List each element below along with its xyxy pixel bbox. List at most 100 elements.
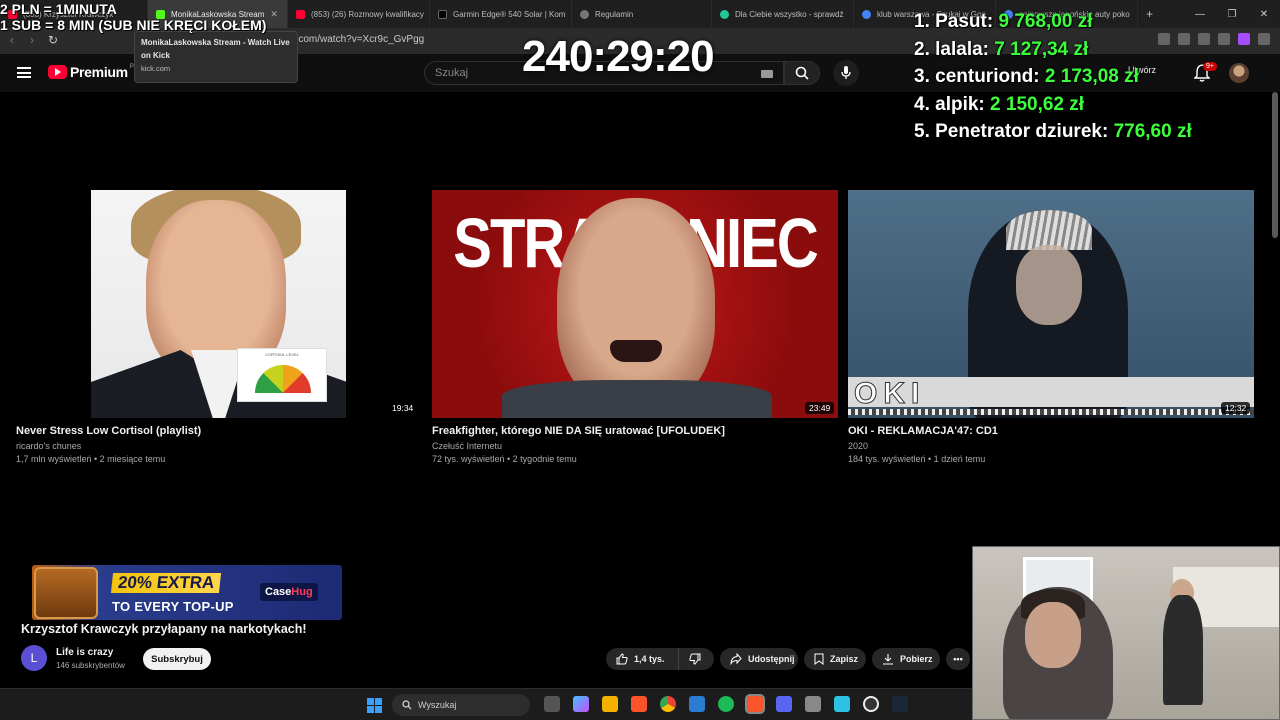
voice-search-button[interactable] bbox=[833, 60, 859, 86]
leaderboard-row: 1. Pasut: 9 768,00 zł bbox=[914, 8, 1192, 36]
more-actions-button[interactable]: ••• bbox=[946, 648, 970, 670]
obs-icon[interactable] bbox=[863, 696, 879, 712]
save-button[interactable]: Zapisz bbox=[804, 648, 866, 670]
microphone-icon bbox=[841, 66, 851, 79]
windows-taskbar: Wyszukaj bbox=[0, 688, 972, 720]
donor-name: 1. Pasut: bbox=[914, 11, 994, 32]
thumbs-down-icon bbox=[689, 653, 701, 665]
google-favicon-icon bbox=[862, 9, 871, 19]
hamburger-menu-icon[interactable] bbox=[17, 67, 31, 78]
logo-text: Premium bbox=[70, 64, 128, 80]
like-button[interactable]: 1,4 tys. bbox=[606, 648, 678, 670]
channel-name[interactable]: Life is crazy bbox=[56, 647, 113, 658]
reload-icon[interactable]: ↻ bbox=[48, 33, 58, 47]
tab-label: Regulamin bbox=[595, 9, 634, 19]
video-channel[interactable]: Czełuść Internetu bbox=[432, 441, 502, 451]
taskbar-search-input[interactable]: Wyszukaj bbox=[392, 694, 530, 716]
brave-browser-active-icon[interactable] bbox=[745, 694, 765, 714]
donation-amount: 7 127,34 zł bbox=[994, 38, 1089, 60]
dislike-button[interactable] bbox=[678, 648, 714, 670]
page-favicon-icon bbox=[580, 9, 589, 19]
video-thumbnail[interactable]: STRACONIEC bbox=[432, 190, 838, 418]
share-button[interactable]: Udostępnij bbox=[720, 648, 798, 670]
brave-browser-icon[interactable] bbox=[631, 696, 647, 712]
youtube-premium-logo[interactable]: Premium PL bbox=[48, 64, 137, 80]
more-icon: ••• bbox=[953, 654, 963, 664]
steam-icon[interactable] bbox=[892, 696, 908, 712]
leaderboard-row: 2. lalala: 7 127,34 zł bbox=[914, 36, 1192, 64]
tab-label: Dla Ciebie wszystko - sprawdź bbox=[735, 9, 844, 19]
leaderboard-row: 3. centuriond: 2 173,08 zł bbox=[914, 63, 1192, 91]
subscribe-button[interactable]: Subskrybuj bbox=[143, 648, 211, 670]
ad-banner[interactable]: 20% EXTRA TO EVERY TOP-UP CaseHug bbox=[32, 565, 342, 620]
ad-subline: TO EVERY TOP-UP bbox=[112, 599, 234, 614]
task-view-icon[interactable] bbox=[544, 696, 560, 712]
close-tab-icon[interactable]: ✕ bbox=[270, 9, 278, 20]
maximize-icon[interactable]: ❐ bbox=[1216, 0, 1248, 28]
video-channel[interactable]: 2020 bbox=[848, 441, 868, 451]
window-controls: — ❐ ✕ bbox=[1184, 0, 1280, 28]
ad-brand-part: Hug bbox=[291, 586, 313, 598]
copilot-icon[interactable] bbox=[573, 696, 589, 712]
browser-tab[interactable]: Dla Ciebie wszystko - sprawdź bbox=[712, 0, 854, 28]
tab-label: (853) (26) Rozmowy kwalifikacy bbox=[311, 9, 424, 19]
share-label: Udostępnij bbox=[748, 654, 795, 664]
bookmark-icon bbox=[814, 653, 824, 665]
search-placeholder: Szukaj bbox=[435, 67, 469, 79]
store-icon[interactable] bbox=[689, 696, 705, 712]
notifications-badge: 9+ bbox=[1203, 62, 1217, 71]
save-label: Zapisz bbox=[830, 654, 859, 664]
search-button[interactable] bbox=[784, 61, 820, 85]
extension-icon[interactable] bbox=[1238, 33, 1250, 45]
url-text[interactable]: e.com/watch?v=Xcr9c_GvPgg bbox=[290, 34, 424, 45]
gauge-label: CORTISOL LEVEL bbox=[265, 352, 299, 357]
spotify-icon[interactable] bbox=[718, 696, 734, 712]
browser-tab[interactable]: Garmin Edge® 540 Solar | Kom bbox=[430, 0, 572, 28]
discord-icon[interactable] bbox=[776, 696, 792, 712]
extension-icon[interactable] bbox=[1218, 33, 1230, 45]
browser-tab[interactable]: Regulamin bbox=[572, 0, 712, 28]
download-icon bbox=[883, 654, 893, 665]
video-duration: 19:34 bbox=[388, 402, 418, 414]
rate-line: 1 SUB = 8 MIN (SUB NIE KRĘCI KOŁEM) bbox=[0, 17, 267, 33]
video-title[interactable]: OKI - REKLAMACJA'47: CD1 bbox=[848, 425, 998, 437]
now-playing-title: Krzysztof Krawczyk przyłapany na narkoty… bbox=[21, 622, 307, 636]
video-duration: 12:32 bbox=[1221, 402, 1251, 414]
calculator-icon[interactable] bbox=[805, 696, 821, 712]
app-icon[interactable] bbox=[834, 696, 850, 712]
video-thumbnail[interactable]: OKI bbox=[848, 190, 1254, 418]
donation-amount: 9 768,00 zł bbox=[998, 11, 1093, 32]
download-label: Pobierz bbox=[900, 654, 933, 664]
channel-avatar[interactable]: L bbox=[21, 645, 47, 671]
menu-icon[interactable] bbox=[1258, 33, 1270, 45]
video-meta: 72 tys. wyświetleń • 2 tygodnie temu bbox=[432, 454, 577, 464]
donation-amount: 2 173,08 zł bbox=[1044, 66, 1139, 87]
ad-brand: CaseHug bbox=[260, 583, 318, 601]
file-explorer-icon[interactable] bbox=[602, 696, 618, 712]
donation-leaderboard: 1. Pasut: 9 768,00 zł 2. lalala: 7 127,3… bbox=[914, 8, 1192, 146]
video-title[interactable]: Freakfighter, którego NIE DA SIĘ uratowa… bbox=[432, 425, 725, 437]
browser-tab[interactable]: (853) (26) Rozmowy kwalifikacy bbox=[288, 0, 430, 28]
page-scrollbar[interactable] bbox=[1272, 92, 1278, 238]
account-avatar[interactable] bbox=[1229, 63, 1249, 83]
taskbar-search-placeholder: Wyszukaj bbox=[418, 700, 457, 710]
video-title[interactable]: Never Stress Low Cortisol (playlist) bbox=[16, 425, 201, 437]
chrome-icon[interactable] bbox=[660, 696, 676, 712]
ad-brand-part: Case bbox=[265, 586, 292, 598]
streamer-webcam bbox=[972, 546, 1280, 720]
video-thumbnail[interactable]: CORTISOL LEVEL bbox=[91, 190, 346, 418]
keyboard-icon[interactable] bbox=[761, 70, 773, 78]
video-duration: 23:49 bbox=[805, 402, 835, 414]
close-window-icon[interactable]: ✕ bbox=[1248, 0, 1280, 28]
background-person-image bbox=[1163, 595, 1203, 705]
download-button[interactable]: Pobierz bbox=[872, 648, 940, 670]
windows-start-icon[interactable] bbox=[367, 698, 382, 713]
youtube-play-icon bbox=[48, 65, 67, 79]
forward-icon[interactable]: › bbox=[30, 33, 34, 47]
donor-name: 2. lalala: bbox=[914, 38, 989, 60]
extension-icon[interactable] bbox=[1198, 33, 1210, 45]
back-icon[interactable]: ‹ bbox=[10, 33, 14, 47]
video-channel[interactable]: ricardo's chunes bbox=[16, 441, 81, 451]
tab-label: Garmin Edge® 540 Solar | Kom bbox=[453, 9, 566, 19]
treasure-chest-image bbox=[34, 567, 98, 619]
